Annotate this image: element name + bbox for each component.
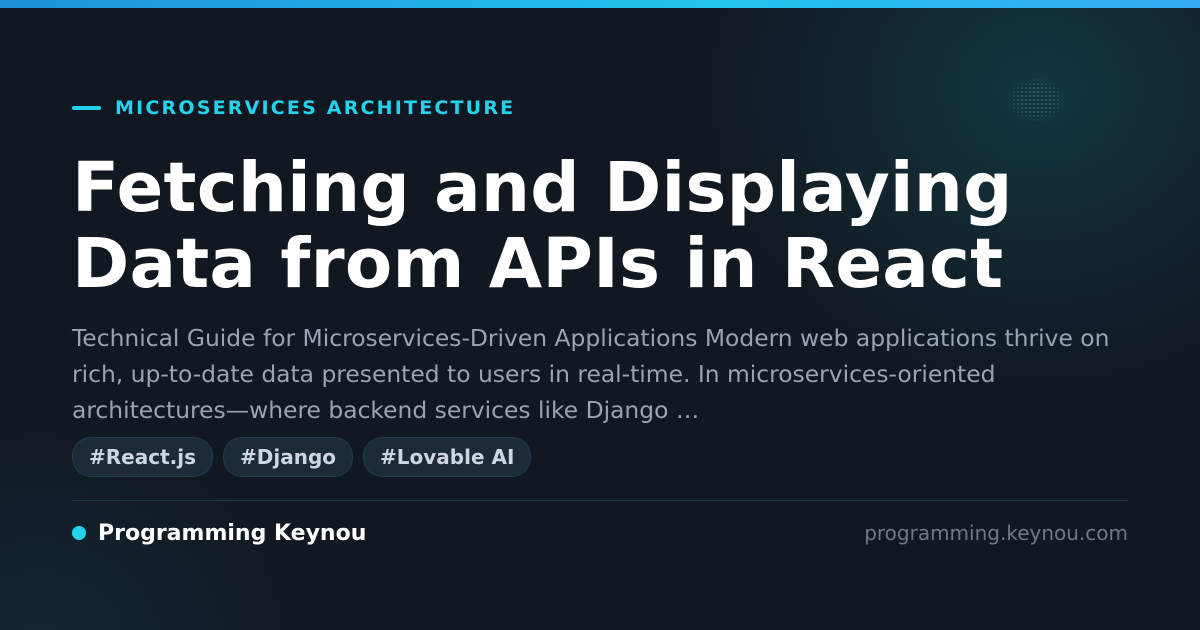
site-url: programming.keynou.com: [864, 521, 1128, 545]
tag-django: #Django: [223, 437, 354, 477]
dot-pattern-decoration: [1008, 78, 1064, 122]
brand: Programming Keynou: [72, 518, 366, 548]
social-card: MICROSERVICES ARCHITECTURE Fetching and …: [0, 0, 1200, 630]
brand-name: Programming Keynou: [98, 520, 367, 546]
category-eyebrow: MICROSERVICES ARCHITECTURE: [72, 95, 515, 121]
accent-dash-icon: [72, 106, 101, 110]
tag-lovable-ai: #Lovable AI: [363, 437, 532, 477]
article-description: Technical Guide for Microservices-Driven…: [72, 324, 1110, 424]
accent-top-bar: [0, 0, 1200, 8]
tag-react-js: #React.js: [72, 437, 213, 477]
brand-dot-icon: [72, 526, 86, 540]
article-title: Fetching and Displaying Data from APIs in…: [72, 150, 1132, 302]
title-line-1: Fetching and Displaying: [72, 148, 1013, 228]
footer-divider: [72, 500, 1128, 501]
tag-list: #React.js #Django #Lovable AI: [72, 437, 532, 477]
title-line-2: Data from APIs in React: [72, 224, 1004, 304]
category-label: MICROSERVICES ARCHITECTURE: [115, 97, 516, 119]
